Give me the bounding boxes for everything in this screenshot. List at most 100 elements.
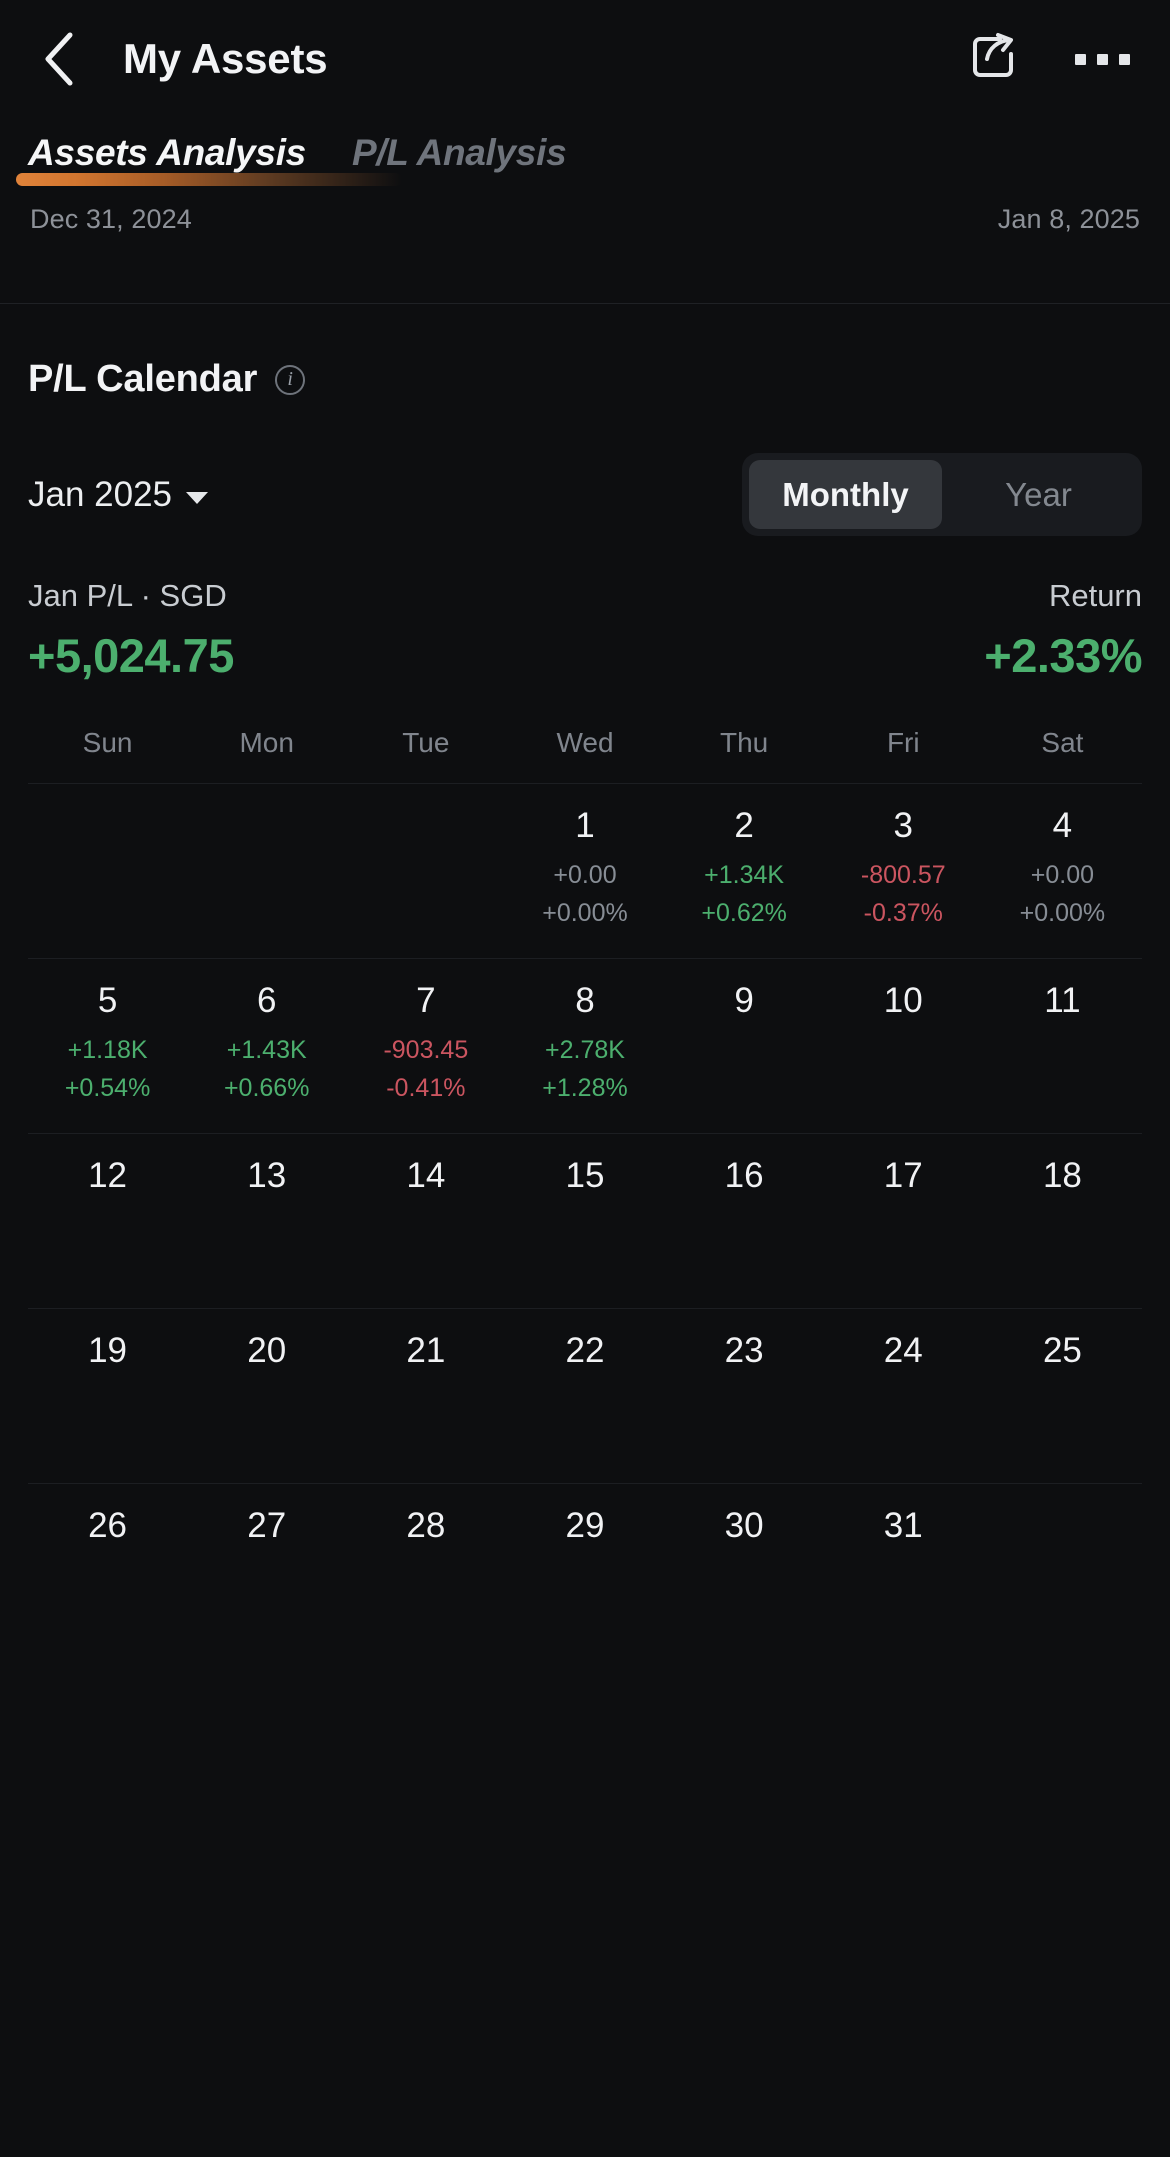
weekday-mon: Mon [239, 727, 294, 758]
calendar-day-cell[interactable]: 26 [28, 1484, 187, 1658]
weekday-thu: Thu [720, 727, 769, 758]
calendar-day-cell[interactable]: 5 +1.18K +0.54% [28, 959, 187, 1133]
active-tab-underline [16, 173, 402, 186]
info-icon[interactable]: i [275, 364, 306, 395]
calendar-day-number: 17 [883, 1156, 923, 1195]
calendar-day-cell[interactable]: 28 [346, 1484, 505, 1658]
range-toggle-monthly[interactable]: Monthly [749, 460, 942, 529]
calendar-week-row: 5 +1.18K +0.54% 6 +1.43K +0.66% 7 -903.45 -0.41%… [28, 958, 1142, 1133]
pl-summary-label: Jan P/L · SGD [28, 578, 227, 613]
calendar-day-cell[interactable]: 25 [983, 1309, 1142, 1483]
calendar-day-number: 5 [97, 981, 118, 1020]
calendar-day-amount: +2.78K [545, 1036, 625, 1065]
calendar-day-cell[interactable]: 1 +0.00 +0.00% [505, 784, 664, 958]
pl-summary: Jan P/L · SGD +5,024.75 Return +2.33% [28, 578, 1142, 683]
pl-calendar-header: P/L Calendar i [28, 304, 1142, 401]
calendar-day-cell[interactable]: 30 [665, 1484, 824, 1658]
calendar-day-cell[interactable]: 21 [346, 1309, 505, 1483]
calendar-day-number: 7 [416, 981, 436, 1020]
calendar-day-number: 3 [893, 806, 913, 845]
date-range-start: Dec 31, 2024 [30, 204, 192, 234]
calendar-day-number: 11 [1044, 981, 1081, 1020]
calendar-day-cell[interactable]: 8 +2.78K +1.28% [505, 959, 664, 1133]
calendar-empty-cell [346, 784, 505, 958]
calendar-day-amount: -800.57 [860, 861, 946, 890]
date-range-end: Jan 8, 2025 [997, 204, 1140, 234]
calendar-day-number: 21 [406, 1331, 446, 1370]
calendar-week-row: 12 13 14 15 16 17 18 [28, 1133, 1142, 1308]
calendar-day-number: 28 [406, 1506, 446, 1545]
calendar-day-percent: -0.41% [386, 1073, 466, 1102]
calendar-day-cell[interactable]: 27 [187, 1484, 346, 1658]
calendar-day-cell[interactable]: 13 [187, 1134, 346, 1308]
pl-calendar-section: P/L Calendar i Jan 2025 Monthly Year Jan… [0, 304, 1170, 1658]
calendar-day-number: 27 [247, 1506, 287, 1545]
range-toggle-year[interactable]: Year [942, 460, 1135, 529]
calendar-day-cell[interactable]: 18 [983, 1134, 1142, 1308]
calendar-day-cell[interactable]: 7 -903.45 -0.41% [346, 959, 505, 1133]
calendar-week-row: 26 27 28 29 30 31 [28, 1483, 1142, 1658]
calendar-empty-cell [187, 784, 346, 958]
calendar-day-number: 14 [406, 1156, 446, 1195]
calendar-day-number: 2 [734, 806, 754, 845]
calendar-day-number: 9 [734, 981, 754, 1020]
calendar-day-cell[interactable]: 23 [665, 1309, 824, 1483]
back-button[interactable] [30, 30, 88, 88]
return-value: +2.33% [984, 629, 1142, 682]
calendar-day-cell[interactable]: 14 [346, 1134, 505, 1308]
calendar-controls: Jan 2025 Monthly Year [28, 453, 1142, 536]
calendar-day-cell[interactable]: 2 +1.34K +0.62% [665, 784, 824, 958]
calendar-day-number: 6 [256, 981, 277, 1020]
weekday-fri: Fri [886, 727, 920, 758]
page-title: My Assets [123, 35, 328, 82]
calendar-day-cell[interactable]: 16 [665, 1134, 824, 1308]
calendar-grid: Sun Mon Tue Wed Thu Fri Sat 1 +0.00 +0.00%… [28, 727, 1142, 1658]
calendar-day-cell[interactable]: 9 [665, 959, 824, 1133]
calendar-day-number: 13 [247, 1156, 287, 1195]
tab-assets-analysis[interactable]: Assets Analysis [16, 132, 402, 190]
calendar-day-cell[interactable]: 10 [824, 959, 983, 1133]
calendar-day-number: 26 [88, 1506, 128, 1545]
tab-pl-analysis[interactable]: P/L Analysis [352, 132, 567, 190]
calendar-day-cell[interactable]: 4 +0.00 +0.00% [983, 784, 1142, 958]
calendar-weekday-header: Sun Mon Tue Wed Thu Fri Sat [28, 727, 1142, 783]
calendar-day-amount: +1.18K [67, 1036, 148, 1065]
calendar-body: 1 +0.00 +0.00% 2 +1.34K +0.62% 3 -800.57 -0.37% 4… [28, 783, 1142, 1658]
calendar-day-cell[interactable]: 3 -800.57 -0.37% [824, 784, 983, 958]
calendar-day-cell[interactable]: 6 +1.43K +0.66% [187, 959, 346, 1133]
share-icon [967, 31, 1019, 88]
chevron-down-icon [186, 491, 209, 504]
calendar-day-cell[interactable]: 19 [28, 1309, 187, 1483]
more-options-icon [1071, 44, 1134, 75]
calendar-empty-cell [983, 1484, 1142, 1658]
calendar-day-cell[interactable]: 31 [824, 1484, 983, 1658]
month-selector[interactable]: Jan 2025 [28, 474, 209, 515]
calendar-day-cell[interactable]: 20 [187, 1309, 346, 1483]
pl-summary-left: Jan P/L · SGD +5,024.75 [28, 578, 234, 683]
calendar-day-number: 1 [575, 806, 595, 845]
calendar-day-number: 31 [883, 1506, 923, 1545]
calendar-day-percent: +0.66% [223, 1073, 310, 1102]
return-label: Return [1048, 578, 1142, 613]
calendar-day-number: 23 [724, 1331, 764, 1370]
calendar-day-number: 29 [565, 1506, 605, 1545]
calendar-day-percent: +0.00% [542, 898, 628, 927]
calendar-day-number: 30 [724, 1506, 764, 1545]
share-button[interactable] [967, 31, 1019, 88]
calendar-day-percent: +0.62% [701, 898, 787, 927]
nav-actions [967, 31, 1134, 88]
calendar-day-cell[interactable]: 29 [505, 1484, 664, 1658]
chevron-left-icon [40, 30, 78, 88]
calendar-day-cell[interactable]: 11 [983, 959, 1142, 1133]
calendar-day-cell[interactable]: 22 [505, 1309, 664, 1483]
calendar-empty-cell [28, 784, 187, 958]
calendar-day-cell[interactable]: 15 [505, 1134, 664, 1308]
pl-calendar-title: P/L Calendar [28, 358, 258, 400]
calendar-day-number: 19 [88, 1331, 128, 1370]
more-options-button[interactable] [1071, 44, 1134, 75]
month-selector-label: Jan 2025 [28, 474, 173, 514]
calendar-day-number: 4 [1052, 806, 1073, 845]
calendar-day-cell[interactable]: 12 [28, 1134, 187, 1308]
calendar-day-cell[interactable]: 17 [824, 1134, 983, 1308]
calendar-day-cell[interactable]: 24 [824, 1309, 983, 1483]
